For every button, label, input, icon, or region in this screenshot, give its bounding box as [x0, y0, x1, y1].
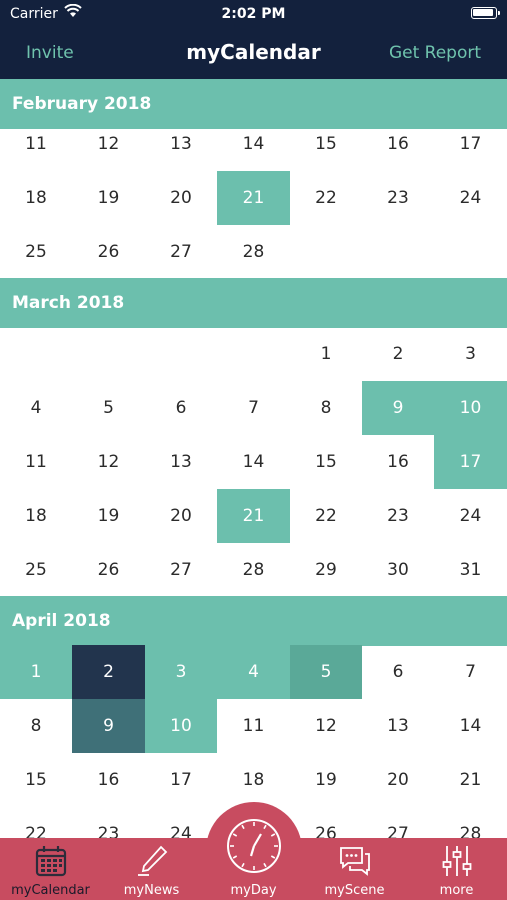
calendar-day[interactable]: 18: [0, 489, 72, 543]
calendar-day[interactable]: 1: [290, 327, 362, 381]
calendar-day[interactable]: 27: [145, 225, 217, 279]
calendar-day[interactable]: 25: [0, 543, 72, 597]
calendar-day[interactable]: 20: [145, 489, 217, 543]
calendar-day[interactable]: 4: [0, 381, 72, 435]
calendar-day[interactable]: 5: [72, 381, 145, 435]
tab-bar: myCalendar myNews myDay myScene more: [0, 819, 507, 900]
calendar-day[interactable]: 22: [290, 489, 362, 543]
calendar-day[interactable]: 7: [217, 381, 290, 435]
calendar-day[interactable]: 16: [362, 435, 434, 489]
calendar-day[interactable]: 19: [72, 489, 145, 543]
status-bar: Carrier 2:02 PM: [0, 0, 507, 28]
calendar-day[interactable]: 17: [145, 753, 217, 807]
calendar-day[interactable]: 6: [362, 645, 434, 699]
calendar-day[interactable]: 5: [290, 645, 362, 699]
calendar-day[interactable]: 13: [362, 699, 434, 753]
calendar-day[interactable]: 28: [217, 543, 290, 597]
calendar-icon: [35, 846, 66, 877]
calendar-day[interactable]: 6: [145, 381, 217, 435]
calendar-day[interactable]: 8: [0, 699, 72, 753]
calendar-day[interactable]: 24: [434, 171, 507, 225]
tab-mycalendar[interactable]: myCalendar: [0, 838, 101, 900]
calendar-day[interactable]: 15: [290, 117, 362, 171]
calendar-day[interactable]: 30: [362, 543, 434, 597]
tab-label: myCalendar: [11, 883, 90, 898]
calendar-day[interactable]: 2: [362, 327, 434, 381]
calendar-day[interactable]: 26: [72, 543, 145, 597]
calendar-day[interactable]: 16: [362, 117, 434, 171]
clock-icon: [226, 819, 281, 873]
calendar-day[interactable]: 13: [145, 117, 217, 171]
calendar-day[interactable]: 8: [290, 381, 362, 435]
calendar-day[interactable]: 20: [145, 171, 217, 225]
tab-myscene[interactable]: myScene: [304, 838, 405, 900]
calendar-day[interactable]: 12: [290, 699, 362, 753]
calendar-day[interactable]: 21: [217, 171, 290, 225]
calendar-day[interactable]: 15: [290, 435, 362, 489]
calendar-day[interactable]: 28: [217, 225, 290, 279]
calendar-day[interactable]: 11: [0, 117, 72, 171]
tab-mynews[interactable]: myNews: [101, 838, 202, 900]
get-report-button[interactable]: Get Report: [389, 43, 481, 63]
tab-label: myScene: [324, 883, 385, 898]
calendar-day[interactable]: 22: [290, 171, 362, 225]
calendar-day[interactable]: 13: [145, 435, 217, 489]
navigation-bar: Invite myCalendar Get Report: [0, 28, 507, 80]
calendar-day[interactable]: 12: [72, 117, 145, 171]
calendar-day[interactable]: 11: [0, 435, 72, 489]
calendar-day[interactable]: 14: [217, 117, 290, 171]
calendar-day[interactable]: 9: [72, 699, 145, 753]
calendar-day[interactable]: 24: [434, 489, 507, 543]
calendar-day[interactable]: 16: [72, 753, 145, 807]
tab-label: myNews: [123, 883, 180, 898]
calendar-day[interactable]: 14: [217, 435, 290, 489]
calendar-day[interactable]: 10: [145, 699, 217, 753]
sliders-icon: [442, 846, 471, 876]
calendar-day[interactable]: 26: [72, 225, 145, 279]
calendar-day[interactable]: 18: [0, 171, 72, 225]
calendar-day[interactable]: 4: [217, 645, 290, 699]
calendar-day[interactable]: 3: [434, 327, 507, 381]
calendar-day[interactable]: 18: [217, 753, 290, 807]
calendar-day[interactable]: 12: [72, 435, 145, 489]
tab-myday[interactable]: myDay: [203, 819, 304, 900]
calendar-day[interactable]: 21: [217, 489, 290, 543]
tab-label: more: [439, 883, 474, 898]
battery-icon: [471, 7, 500, 19]
calendar-day[interactable]: 1: [0, 645, 72, 699]
calendar-day[interactable]: 23: [362, 489, 434, 543]
calendar-day[interactable]: 31: [434, 543, 507, 597]
tab-label: myDay: [230, 883, 277, 898]
month-header: March 2018: [0, 278, 507, 328]
calendar-day[interactable]: 25: [0, 225, 72, 279]
calendar-day[interactable]: 7: [434, 645, 507, 699]
pencil-icon: [137, 845, 167, 876]
calendar-day[interactable]: 19: [290, 753, 362, 807]
calendar-day[interactable]: 9: [362, 381, 434, 435]
chat-bubbles-icon: [339, 847, 370, 876]
calendar-day[interactable]: 10: [434, 381, 507, 435]
calendar-day[interactable]: 21: [434, 753, 507, 807]
calendar-day[interactable]: 3: [145, 645, 217, 699]
calendar-day[interactable]: 17: [434, 117, 507, 171]
calendar-day[interactable]: 2: [72, 645, 145, 699]
calendar-day[interactable]: 23: [362, 171, 434, 225]
calendar-day[interactable]: 14: [434, 699, 507, 753]
status-time: 2:02 PM: [221, 6, 286, 22]
calendar-day[interactable]: 27: [145, 543, 217, 597]
tab-more[interactable]: more: [406, 838, 507, 900]
calendar-day[interactable]: 20: [362, 753, 434, 807]
month-header: April 2018: [0, 596, 507, 646]
calendar-day[interactable]: 19: [72, 171, 145, 225]
calendar-day[interactable]: 11: [217, 699, 290, 753]
calendar-day[interactable]: 17: [434, 435, 507, 489]
calendar-day[interactable]: 29: [290, 543, 362, 597]
calendar-day[interactable]: 15: [0, 753, 72, 807]
